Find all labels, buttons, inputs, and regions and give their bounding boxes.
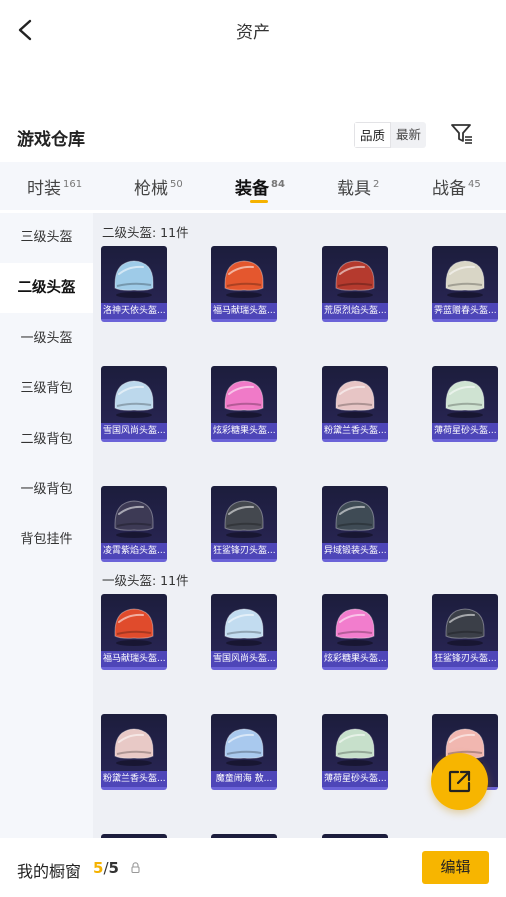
showcase-current: 5 [93,859,104,877]
tab-count: 2 [373,179,380,191]
sort-latest-option[interactable]: 最新 [391,122,426,148]
helmet-icon [114,260,154,298]
sort-quality-option[interactable]: 品质 [354,122,392,148]
helmet-icon [335,500,375,538]
item-card[interactable]: 荒原烈焰头盔... [322,246,388,322]
item-card[interactable]: 凌霄紫焰头盔... [101,486,167,562]
helmet-icon [445,608,485,646]
item-card[interactable]: 薄荷星砂头盔... [432,366,498,442]
item-card[interactable]: 粉黛兰香头盔... [101,714,167,790]
item-name: 粉黛兰香头盔... [101,771,167,787]
share-button[interactable] [431,753,488,810]
sidebar-item-level1-backpack[interactable]: 一级背包 [0,465,93,515]
external-link-icon [448,770,471,793]
item-name: 异域锻装头盔... [322,543,388,559]
group-label: 二级头盔: 11件 [102,225,189,240]
helmet-icon [335,728,375,766]
group-label: 一级头盔: 11件 [102,573,189,588]
item-name: 狂鲨锋刃头盔... [211,543,277,559]
warehouse-header: 游戏仓库 品质 最新 [0,120,506,156]
sort-toggle: 品质 最新 [354,122,427,148]
lock-icon [131,862,140,873]
item-name: 福马献瑞头盔... [211,303,277,319]
showcase-bar: 我的橱窗 5/5 编辑 [0,838,506,897]
tab-vehicles[interactable]: 载具 2 [337,174,379,199]
tab-count: 50 [170,179,183,191]
item-card[interactable]: 粉黛兰香头盔... [322,366,388,442]
subcategory-sidebar: 三级头盔 二级头盔 一级头盔 三级背包 二级背包 一级背包 背包挂件 [0,213,93,838]
item-name: 炫彩糖果头盔... [211,423,277,439]
sidebar-item-level3-helmet[interactable]: 三级头盔 [0,213,93,263]
helmet-icon [224,728,264,766]
helmet-icon [224,260,264,298]
item-card[interactable]: 炫彩糖果头盔... [322,594,388,670]
item-name: 福马献瑞头盔... [101,651,167,667]
item-card[interactable]: 雪国风尚头盔... [211,594,277,670]
tab-count: 45 [468,179,481,191]
page-title: 资产 [236,23,270,43]
active-tab-indicator [250,200,268,203]
helmet-icon [445,260,485,298]
item-name: 洛神天依头盔... [101,303,167,319]
item-card[interactable]: 狂鲨锋刃头盔... [211,486,277,562]
helmet-icon [114,728,154,766]
tab-label: 战备 [432,179,466,199]
item-name: 霁蓝赠春头盔... [432,303,498,319]
helmet-icon [335,380,375,418]
top-bar: 资产 [0,0,506,60]
sidebar-item-backpack-charm[interactable]: 背包挂件 [0,515,93,565]
section-title: 游戏仓库 [17,130,85,150]
sidebar-item-level2-backpack[interactable]: 二级背包 [0,415,93,465]
tab-label: 装备 [235,179,269,199]
edit-button[interactable]: 编辑 [422,851,489,884]
helmet-icon [335,608,375,646]
showcase-count: 5/5 [93,859,119,877]
tab-count: 84 [271,179,285,191]
item-card[interactable]: 魔童闹海 敖... [211,714,277,790]
tab-equipment[interactable]: 装备 84 [235,174,285,199]
showcase-label: 我的橱窗 [17,862,82,881]
helmet-icon [445,380,485,418]
item-name: 薄荷星砂头盔... [432,423,498,439]
showcase-total: 5 [108,859,119,877]
item-name: 狂鲨锋刃头盔... [432,651,498,667]
item-card[interactable]: 福马献瑞头盔... [101,594,167,670]
helmet-icon [114,608,154,646]
item-card[interactable]: 霁蓝赠春头盔... [432,246,498,322]
helmet-icon [224,380,264,418]
tab-supplies[interactable]: 战备 45 [432,174,481,199]
item-card[interactable]: 炫彩糖果头盔... [211,366,277,442]
item-card[interactable]: 薄荷星砂头盔... [322,714,388,790]
category-tabs: 时装 161 枪械 50 装备 84 载具 2 战备 45 [0,162,506,210]
helmet-icon [114,500,154,538]
item-name: 凌霄紫焰头盔... [101,543,167,559]
item-name: 雪国风尚头盔... [211,651,277,667]
sidebar-item-level3-backpack[interactable]: 三级背包 [0,364,93,414]
item-name: 薄荷星砂头盔... [322,771,388,787]
item-name: 粉黛兰香头盔... [322,423,388,439]
tab-count: 161 [63,179,83,191]
sidebar-item-level2-helmet[interactable]: 二级头盔 [0,263,93,313]
item-card[interactable]: 洛神天依头盔... [101,246,167,322]
item-name: 荒原烈焰头盔... [322,303,388,319]
item-grid: 二级头盔: 11件 一级头盔: 11件 洛神天依头盔... 福马献瑞头盔... 荒原… [93,213,506,838]
item-card[interactable]: 福马献瑞头盔... [211,246,277,322]
sidebar-item-level1-helmet[interactable]: 一级头盔 [0,314,93,364]
helmet-icon [224,500,264,538]
item-card[interactable]: 狂鲨锋刃头盔... [432,594,498,670]
item-card[interactable]: 异域锻装头盔... [322,486,388,562]
helmet-icon [114,380,154,418]
item-name: 魔童闹海 敖... [211,771,277,787]
tab-label: 枪械 [134,179,168,199]
helmet-icon [335,260,375,298]
filter-icon[interactable] [448,120,476,148]
tab-outfits[interactable]: 时装 161 [27,174,82,199]
item-name: 雪国风尚头盔... [101,423,167,439]
item-card[interactable]: 雪国风尚头盔... [101,366,167,442]
helmet-icon [224,608,264,646]
item-name: 炫彩糖果头盔... [322,651,388,667]
tab-guns[interactable]: 枪械 50 [134,174,183,199]
tab-label: 载具 [337,179,371,199]
tab-label: 时装 [27,179,61,199]
